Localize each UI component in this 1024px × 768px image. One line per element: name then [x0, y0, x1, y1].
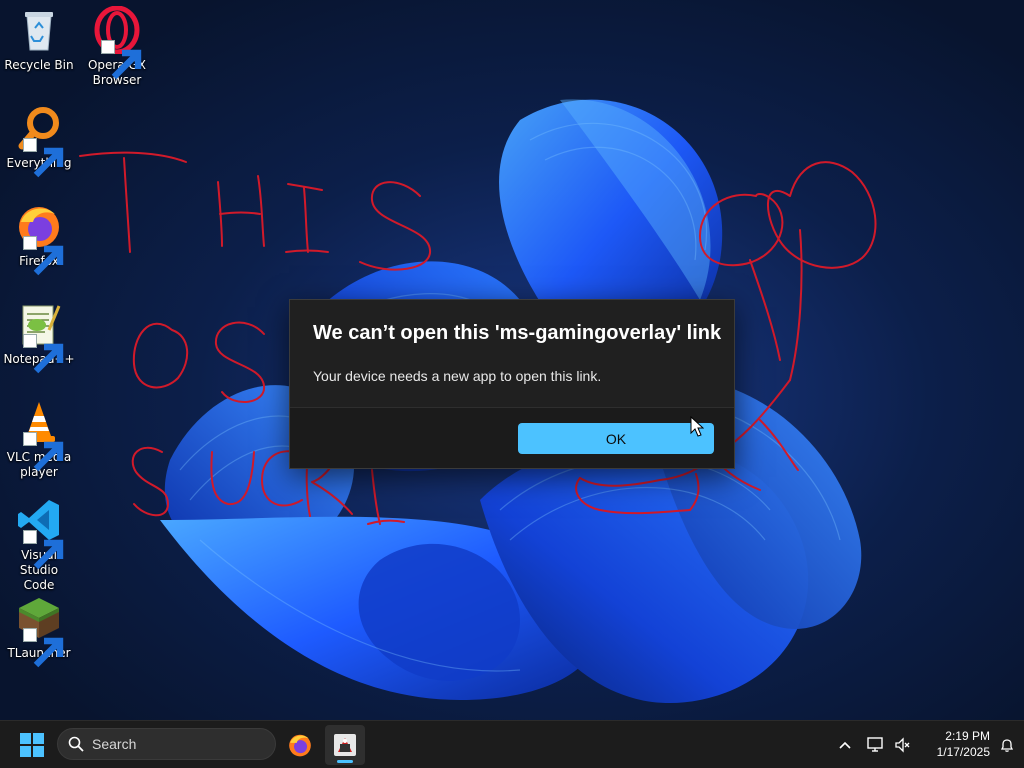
- firefox-icon: [15, 202, 64, 276]
- taskbar-clock[interactable]: 2:19 PM 1/17/2025: [918, 728, 990, 760]
- shortcut-arrow-icon: [23, 334, 64, 374]
- taskbar-search-box[interactable]: Search: [57, 728, 276, 760]
- search-icon: [68, 736, 84, 752]
- desktop-icon-recycle-bin[interactable]: Recycle Bin: [2, 2, 76, 73]
- desktop-icon-opera-gx[interactable]: Opera GX Browser: [80, 2, 154, 88]
- shortcut-arrow-icon: [101, 40, 142, 80]
- volume-muted-icon: [895, 737, 910, 753]
- clock-time: 2:19 PM: [945, 729, 990, 743]
- network-button[interactable]: [865, 733, 887, 757]
- monitor-icon: [867, 737, 883, 752]
- app-window-icon: [334, 734, 356, 756]
- ok-button[interactable]: OK: [518, 423, 714, 454]
- notification-bell-icon: [1000, 739, 1014, 752]
- firefox-icon: [289, 734, 311, 757]
- opera-gx-icon: [93, 6, 142, 80]
- search-label: Search: [92, 736, 137, 752]
- desktop-icon-tlauncher[interactable]: TLauncher: [2, 590, 76, 668]
- desktop-icon-notepad-plus-plus[interactable]: Notepad++: [2, 296, 76, 374]
- shortcut-arrow-icon: [23, 138, 64, 178]
- desktop-icon-firefox[interactable]: Firefox: [2, 198, 76, 276]
- notifications-button[interactable]: [996, 733, 1018, 757]
- shortcut-arrow-icon: [23, 530, 64, 570]
- clock-date: 1/17/2025: [936, 745, 990, 759]
- shortcut-arrow-icon: [23, 432, 64, 472]
- dialog-title: We can’t open this 'ms-gamingoverlay' li…: [313, 322, 722, 344]
- error-dialog: We can’t open this 'ms-gamingoverlay' li…: [289, 299, 735, 469]
- windows-logo-icon: [20, 733, 44, 757]
- mouse-cursor-icon: [690, 416, 704, 437]
- chevron-up-icon: [839, 741, 851, 749]
- desktop-icon-label: Recycle Bin: [4, 58, 74, 72]
- everything-search-icon: [15, 104, 64, 178]
- taskbar: Search 2:19 PM 1/17/2025: [0, 720, 1024, 768]
- volume-button[interactable]: [892, 733, 914, 757]
- shortcut-arrow-icon: [23, 628, 64, 668]
- dialog-footer: OK: [290, 407, 734, 468]
- desktop-icon-vscode[interactable]: Visual Studio Code: [2, 492, 76, 593]
- taskbar-firefox-button[interactable]: [280, 725, 320, 765]
- tlauncher-grass-block-icon: [15, 594, 64, 668]
- taskbar-active-app-button[interactable]: [325, 725, 365, 765]
- active-app-indicator: [337, 760, 353, 763]
- start-button[interactable]: [14, 729, 50, 761]
- desktop-icon-vlc[interactable]: VLC media player: [2, 394, 76, 480]
- show-hidden-icons-button[interactable]: [834, 733, 856, 757]
- desktop-icon-everything[interactable]: Everything: [2, 100, 76, 178]
- shortcut-arrow-icon: [23, 236, 64, 276]
- recycle-bin-icon: [15, 6, 63, 54]
- vscode-icon: [15, 496, 64, 570]
- vlc-cone-icon: [15, 398, 64, 472]
- dialog-message: Your device needs a new app to open this…: [313, 368, 602, 384]
- notepad-plus-plus-icon: [15, 300, 64, 374]
